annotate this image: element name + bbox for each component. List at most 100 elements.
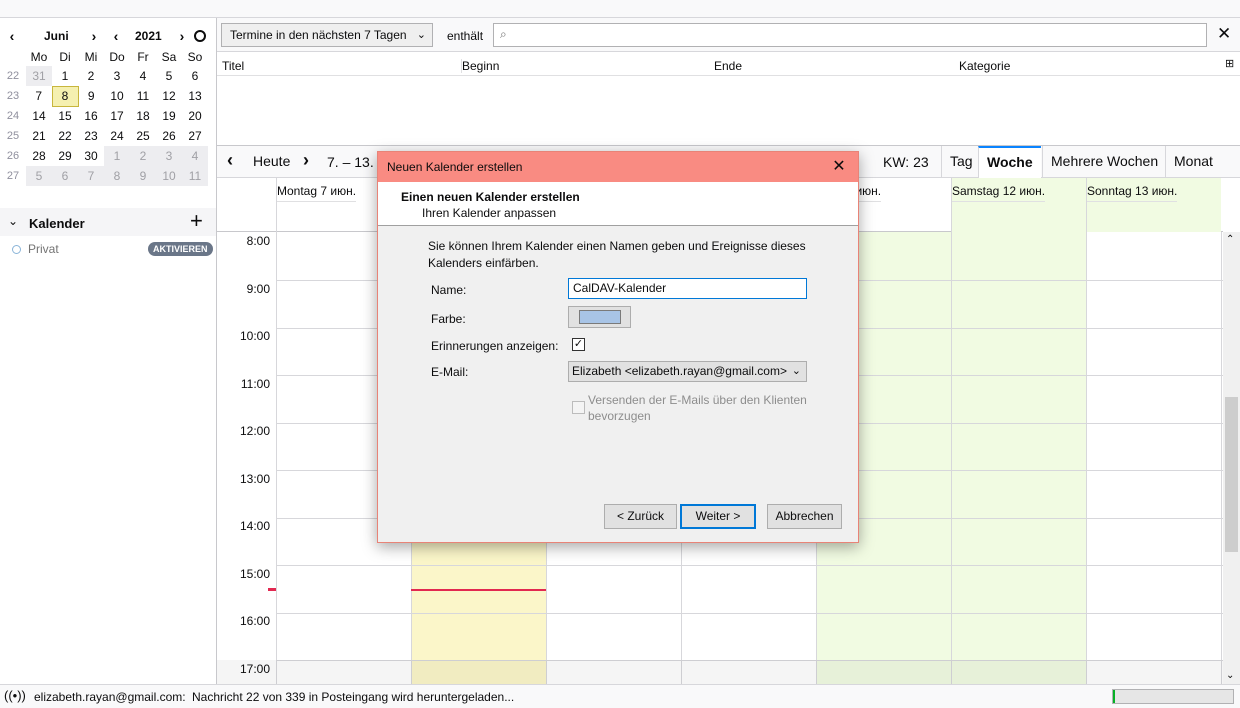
calendar-name-input[interactable]: CalDAV-Kalender: [568, 278, 807, 299]
day-cell[interactable]: 2: [130, 146, 156, 166]
day-cell[interactable]: 26: [156, 126, 182, 146]
day-cell[interactable]: 11: [130, 86, 156, 106]
day-cell[interactable]: 8: [51, 85, 79, 107]
week-number: 25: [6, 130, 20, 142]
search-input[interactable]: ⌕: [493, 23, 1207, 47]
day-cell[interactable]: 7: [26, 86, 52, 106]
day-cell[interactable]: 24: [104, 126, 130, 146]
day-cell[interactable]: 10: [104, 86, 130, 106]
reminders-checkbox[interactable]: ✓: [572, 338, 585, 351]
day-cell[interactable]: 1: [104, 146, 130, 166]
day-cell[interactable]: 4: [182, 146, 208, 166]
next-week-button[interactable]: ›: [303, 150, 309, 171]
day-cell[interactable]: 22: [52, 126, 78, 146]
day-column-header[interactable]: Samstag 12 июн.: [951, 178, 1086, 232]
next-month-button[interactable]: ›: [86, 27, 102, 45]
day-cell[interactable]: 8: [104, 166, 130, 186]
column-picker-icon[interactable]: ⊞: [1225, 57, 1234, 70]
weekday-header: Do: [109, 50, 125, 64]
day-cell[interactable]: 1: [52, 66, 78, 86]
email-select[interactable]: Elizabeth <elizabeth.rayan@gmail.com> ⌄: [568, 361, 807, 382]
tab-week[interactable]: Woche: [978, 146, 1041, 178]
previous-week-button[interactable]: ‹: [227, 150, 233, 171]
day-cell[interactable]: 6: [182, 66, 208, 86]
tab-month[interactable]: Monat: [1165, 146, 1221, 178]
day-cell[interactable]: 2: [78, 66, 104, 86]
column-title[interactable]: Titel: [222, 59, 244, 73]
day-cell[interactable]: 28: [26, 146, 52, 166]
day-cell[interactable]: 11: [182, 166, 208, 186]
back-button[interactable]: < Zurück: [604, 504, 677, 529]
add-calendar-icon[interactable]: +: [190, 209, 203, 233]
scroll-up-icon[interactable]: ⌃: [1226, 234, 1234, 245]
day-cell[interactable]: 5: [156, 66, 182, 86]
close-icon[interactable]: ✕: [828, 156, 850, 178]
day-cell[interactable]: 9: [78, 86, 104, 106]
day-cell[interactable]: 10: [156, 166, 182, 186]
scroll-down-icon[interactable]: ⌄: [1226, 670, 1234, 681]
cancel-button[interactable]: Abbrechen: [767, 504, 842, 529]
column-category[interactable]: Kategorie: [959, 59, 1010, 73]
day-cell[interactable]: 30: [78, 146, 104, 166]
day-cell[interactable]: 25: [130, 126, 156, 146]
day-cell[interactable]: 14: [26, 106, 52, 126]
weekend-column[interactable]: [951, 232, 1086, 684]
dialog-titlebar: Neuen Kalender erstellen ✕: [378, 152, 858, 182]
day-cell[interactable]: 3: [156, 146, 182, 166]
day-cell[interactable]: 7: [78, 166, 104, 186]
online-status-icon[interactable]: ((•)): [4, 688, 26, 703]
tab-day[interactable]: Tag: [941, 146, 981, 178]
day-column-header[interactable]: Sonntag 13 июн.: [1086, 178, 1221, 232]
status-account: elizabeth.rayan@gmail.com:: [34, 690, 186, 704]
day-cell[interactable]: 12: [156, 86, 182, 106]
activate-badge[interactable]: AKTIVIEREN: [148, 242, 213, 256]
day-cell[interactable]: 16: [78, 106, 104, 126]
dialog-subheading: Ihren Kalender anpassen: [422, 206, 557, 220]
day-cell[interactable]: 17: [104, 106, 130, 126]
color-picker-button[interactable]: [568, 306, 631, 328]
column-start[interactable]: Beginn: [461, 59, 499, 73]
day-cell[interactable]: 3: [104, 66, 130, 86]
client-email-label-line2: bevorzugen: [588, 409, 651, 423]
date-range-value: Termine in den nächsten 7 Tagen: [230, 28, 407, 42]
week-number-label: KW: 23: [883, 154, 929, 170]
date-range-select[interactable]: Termine in den nächsten 7 Tagen ⌄: [221, 23, 433, 47]
day-cell[interactable]: 13: [182, 86, 208, 106]
clear-search-close-icon[interactable]: ✕: [1217, 24, 1231, 44]
dialog-description-line2: Kalenders einfärben.: [428, 256, 539, 270]
prev-month-button[interactable]: ‹: [4, 27, 20, 45]
chevron-down-icon: ⌄: [416, 29, 426, 41]
today-circle-icon[interactable]: [194, 30, 206, 42]
day-cell[interactable]: 9: [130, 166, 156, 186]
day-cell[interactable]: 4: [130, 66, 156, 86]
calendar-item-privat[interactable]: Privat AKTIVIEREN: [0, 238, 216, 260]
column-end[interactable]: Ende: [714, 59, 742, 73]
day-cell[interactable]: 31: [26, 66, 52, 86]
day-cell[interactable]: 6: [52, 166, 78, 186]
day-cell[interactable]: 18: [130, 106, 156, 126]
grid-scrollbar[interactable]: ⌃ ⌄: [1223, 232, 1240, 684]
prev-year-button[interactable]: ‹: [108, 27, 124, 45]
hour-label: 10:00: [239, 329, 270, 343]
day-cell[interactable]: 23: [78, 126, 104, 146]
weekday-header: Di: [59, 50, 71, 64]
calendar-list-header: ⌄ Kalender +: [0, 208, 216, 236]
day-cell[interactable]: 21: [26, 126, 52, 146]
day-cell[interactable]: 19: [156, 106, 182, 126]
day-cell[interactable]: 20: [182, 106, 208, 126]
tab-multiweek[interactable]: Mehrere Wochen: [1042, 146, 1166, 178]
today-button[interactable]: Heute: [253, 153, 290, 169]
weekday-header: Fr: [137, 50, 149, 64]
next-year-button[interactable]: ›: [174, 27, 190, 45]
day-cell[interactable]: 29: [52, 146, 78, 166]
day-cell[interactable]: 15: [52, 106, 78, 126]
client-email-label-line1: Versenden der E-Mails über den Klienten: [588, 393, 807, 407]
next-button[interactable]: Weiter >: [680, 504, 756, 529]
chevron-down-icon[interactable]: ⌄: [8, 214, 18, 228]
color-label: Farbe:: [431, 312, 466, 326]
client-email-checkbox[interactable]: [572, 401, 585, 414]
event-list-body[interactable]: [217, 76, 1240, 146]
day-cell[interactable]: 5: [26, 166, 52, 186]
day-cell[interactable]: 27: [182, 126, 208, 146]
scrollbar-thumb[interactable]: [1225, 397, 1238, 552]
